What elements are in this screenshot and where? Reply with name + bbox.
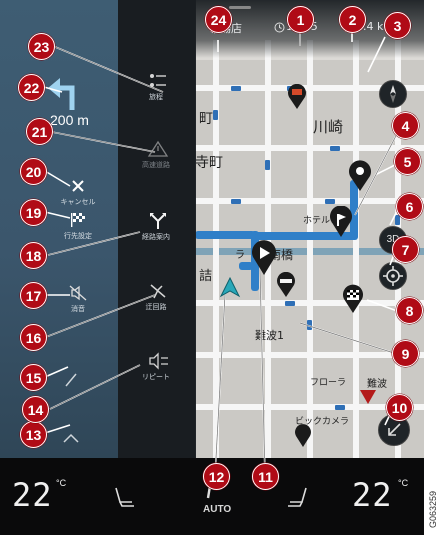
map-road [353,40,359,458]
traffic-button[interactable]: 高速道路 [128,138,186,174]
route-guide-label: 経路案内 [142,233,170,241]
callout-6: 6 [396,193,423,220]
turn-left-arrow-icon [48,78,75,110]
warning-icon [360,390,376,404]
callout-10: 10 [386,394,413,421]
stage: 町 川崎 寺町 ホテルビ ラ 南橋 詰 難波1 フローラ 難波 ビックカメラ 3… [0,0,443,535]
callout-12: 12 [203,463,230,490]
crosshair-icon [383,266,403,286]
set-destination-label: 行先設定 [64,232,92,240]
callout-8: 8 [396,297,423,324]
right-temperature[interactable]: 22 [352,476,393,514]
checkered-flag-icon [71,213,85,227]
route-guide-button[interactable]: 経路案内 [128,210,186,246]
map-road [213,40,219,458]
detour-button[interactable]: 迂回路 [128,280,186,316]
callout-23: 23 [28,33,55,60]
pull-down-handle[interactable] [229,6,251,9]
right-temp-unit: °C [398,478,409,488]
callout-11: 11 [252,463,279,490]
route-line [195,231,255,239]
turn-distance: 200 m [50,112,89,128]
map-label: フローラ [310,378,347,388]
callout-15: 15 [20,364,47,391]
oneway-arrow [307,320,312,330]
clock-icon [274,22,285,33]
callout-4: 4 [392,112,419,139]
road-warning-icon [147,140,169,157]
callout-19: 19 [20,199,47,226]
callout-9: 9 [392,340,419,367]
intermediate-destination-icon[interactable] [328,206,354,238]
destination-flag-icon[interactable] [341,284,365,314]
map-label: 寺町 [195,155,223,171]
callout-21: 21 [26,118,53,145]
center-display: 町 川崎 寺町 ホテルビ ラ 南橋 詰 難波1 フローラ 難波 ビックカメラ 3… [0,0,424,535]
callout-13: 13 [20,421,47,448]
left-seat-heat-icon[interactable] [110,486,136,508]
oneway-arrow [231,199,241,204]
recenter-button[interactable] [379,262,407,290]
detour-label: 迂回路 [145,303,167,311]
callout-7: 7 [392,236,419,263]
repeat-label: リピート [142,373,170,381]
map-label: 詰 [199,269,213,284]
next-turn-signpost-icon [252,240,276,275]
compass-button[interactable] [379,80,407,108]
route-overview-label: 旅程 [149,93,163,101]
oneway-arrow [330,146,340,151]
climate-mode: AUTO [203,504,232,515]
callout-14: 14 [22,396,49,423]
traffic-label: 高速道路 [142,161,170,169]
poi-pin-icon[interactable] [286,84,308,110]
mute-label: 消音 [71,305,85,313]
image-code: G063259 [428,490,438,528]
callout-16: 16 [20,324,47,351]
oneway-arrow [265,160,270,170]
speaker-repeat-icon [149,352,168,370]
left-temp-unit: °C [56,478,67,488]
mute-icon [69,285,87,301]
volume-slash-icon[interactable] [62,372,80,388]
map-label: ラ [235,250,245,261]
chevron-up-icon[interactable] [62,432,80,444]
right-seat-heat-icon[interactable] [286,486,312,508]
set-destination-button[interactable]: 行先設定 [50,212,108,248]
oneway-arrow [231,86,241,91]
vehicle-position-icon [219,276,241,298]
route-overview-button[interactable]: 旅程 [128,70,186,106]
waypoint-marker-icon[interactable] [346,160,374,192]
map-label: 川崎 [313,118,344,136]
route-list-icon [150,74,166,87]
oneway-arrow [335,405,345,410]
close-icon [72,180,84,192]
left-temperature[interactable]: 22 [12,476,53,514]
oneway-arrow [325,199,335,204]
callout-24: 24 [205,6,232,33]
oneway-arrow [395,215,400,225]
callout-18: 18 [20,242,47,269]
callout-5: 5 [394,148,421,175]
callout-17: 17 [20,282,47,309]
repeat-voice-button[interactable]: リピート [128,350,186,386]
callout-3: 3 [384,12,411,39]
oneway-arrow [285,301,295,306]
callout-20: 20 [20,158,47,185]
map-label: 町 [199,111,213,127]
nav-menu: 旅程 高速道路 経路案内 迂回路 リピート [118,0,196,458]
callout-1: 1 [287,6,314,33]
cancel-label: キャンセル [60,198,96,206]
mute-button[interactable]: 消音 [50,285,108,321]
cancel-guidance-button[interactable]: キャンセル [50,178,108,214]
poi-pin-icon[interactable] [293,424,313,448]
map-label: 難波 [367,379,387,390]
callout-22: 22 [18,74,45,101]
callout-2: 2 [339,6,366,33]
navigation-map[interactable]: 町 川崎 寺町 ホテルビ ラ 南橋 詰 難波1 フローラ 難波 ビックカメラ 3… [195,0,424,458]
compass-icon [390,85,396,103]
detour-icon [150,284,166,299]
fork-route-icon [150,213,166,229]
oneway-arrow [213,110,218,120]
map-label: 難波1 [255,329,284,342]
